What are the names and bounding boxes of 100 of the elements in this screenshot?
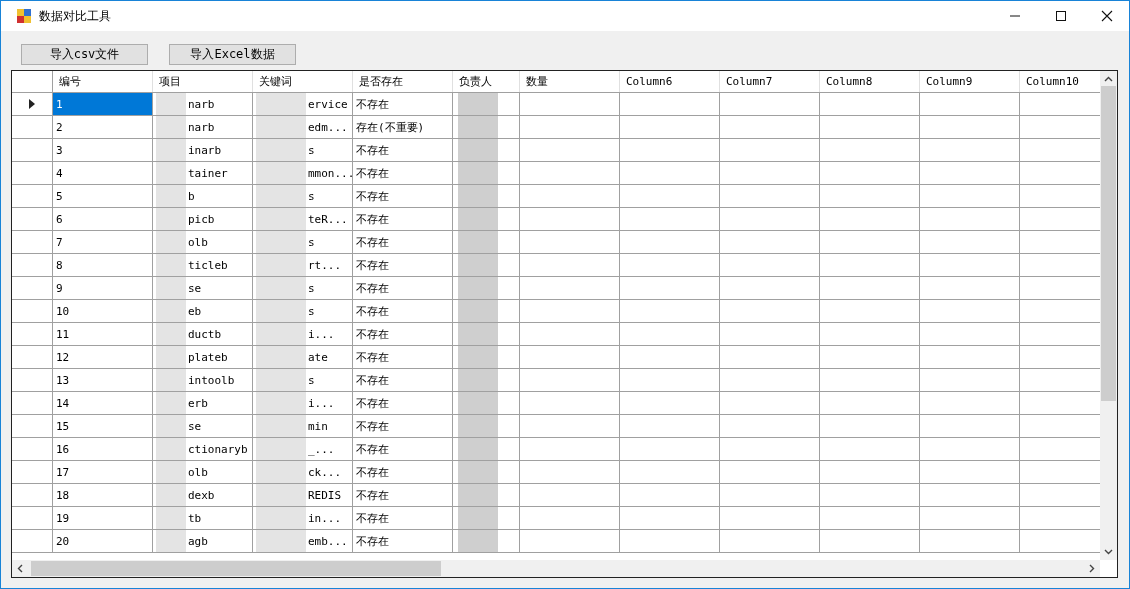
redacted-block	[156, 162, 186, 184]
table-cell: _...	[308, 442, 335, 456]
table-cell: i...	[308, 327, 335, 341]
redacted-block	[256, 323, 306, 345]
scroll-down-icon[interactable]	[1104, 549, 1113, 555]
column-header[interactable]: 数量	[520, 71, 620, 92]
table-cell: 16	[53, 438, 153, 460]
table-cell: s	[308, 143, 315, 157]
table-cell: 不存在	[353, 208, 453, 230]
redacted-block	[156, 530, 186, 552]
import-button[interactable]: 导入csv文件	[21, 44, 148, 65]
window-title: 数据对比工具	[39, 7, 111, 25]
redacted-block	[256, 507, 306, 529]
column-header[interactable]: 负责人	[453, 71, 520, 92]
table-cell: se	[188, 281, 202, 295]
redacted-block	[256, 346, 306, 368]
column-header[interactable]: 是否存在	[353, 71, 453, 92]
scrollbar-thumb[interactable]	[1101, 86, 1116, 401]
redacted-block	[458, 346, 498, 368]
table-cell: 3	[53, 139, 153, 161]
column-header[interactable]: Column8	[820, 71, 920, 92]
table-cell: narb	[188, 120, 215, 134]
redacted-block	[458, 300, 498, 322]
redacted-block	[256, 116, 306, 138]
table-cell: intoolb	[188, 373, 235, 387]
maximize-icon[interactable]	[1055, 10, 1067, 22]
scrollbar-thumb[interactable]	[31, 561, 441, 576]
redacted-block	[156, 369, 186, 391]
redacted-block	[156, 116, 186, 138]
redacted-block	[458, 116, 498, 138]
redacted-block	[458, 93, 498, 115]
redacted-block	[256, 277, 306, 299]
redacted-block	[458, 254, 498, 276]
column-header[interactable]: Column7	[720, 71, 820, 92]
redacted-block	[156, 300, 186, 322]
redacted-block	[256, 162, 306, 184]
table-cell: 2	[53, 116, 153, 138]
redacted-block	[156, 254, 186, 276]
table-cell: dexb	[188, 488, 215, 502]
table-cell: 不存在	[353, 300, 453, 322]
table-cell: 9	[53, 277, 153, 299]
close-icon[interactable]	[1101, 10, 1113, 22]
redacted-block	[458, 139, 498, 161]
redacted-block	[156, 484, 186, 506]
table-cell: 10	[53, 300, 153, 322]
table-cell: 12	[53, 346, 153, 368]
table-cell: 不存在	[353, 369, 453, 391]
table-cell: ductb	[188, 327, 222, 341]
table-cell: 不存在	[353, 254, 453, 276]
table-cell: 不存在	[353, 438, 453, 460]
table-cell: ck...	[308, 465, 342, 479]
app-icon	[17, 9, 31, 23]
redacted-block	[256, 369, 306, 391]
table-cell: 7	[53, 231, 153, 253]
redacted-block	[458, 162, 498, 184]
redacted-block	[458, 415, 498, 437]
redacted-block	[256, 300, 306, 322]
redacted-block	[156, 277, 186, 299]
table-cell: in...	[308, 511, 342, 525]
table-cell: 不存在	[353, 392, 453, 414]
table-cell: agb	[188, 534, 208, 548]
redacted-block	[458, 461, 498, 483]
table-cell: 不存在	[353, 277, 453, 299]
table-cell: plateb	[188, 350, 228, 364]
scroll-up-icon[interactable]	[1104, 76, 1113, 82]
table-cell: 不存在	[353, 461, 453, 483]
redacted-block	[256, 461, 306, 483]
table-cell: REDIS	[308, 488, 342, 502]
table-cell: inarb	[188, 143, 222, 157]
table-cell: 不存在	[353, 93, 453, 115]
redacted-block	[256, 208, 306, 230]
redacted-block	[458, 392, 498, 414]
import-button[interactable]: 导入Excel数据	[169, 44, 296, 65]
table-cell: 6	[53, 208, 153, 230]
table-cell: s	[308, 281, 315, 295]
table-cell: 不存在	[353, 530, 453, 552]
redacted-block	[256, 139, 306, 161]
table-cell: eb	[188, 304, 202, 318]
table-cell: b	[188, 189, 195, 203]
scroll-left-icon[interactable]	[17, 564, 23, 573]
horizontal-scrollbar[interactable]	[12, 560, 1100, 577]
table-cell: 不存在	[353, 231, 453, 253]
redacted-block	[156, 323, 186, 345]
redacted-block	[156, 185, 186, 207]
table-cell: 5	[53, 185, 153, 207]
column-header[interactable]: 关键词	[253, 71, 353, 92]
table-cell: teR...	[308, 212, 348, 226]
table-cell: 14	[53, 392, 153, 414]
column-header[interactable]: Column9	[920, 71, 1020, 92]
column-header[interactable]: Column6	[620, 71, 720, 92]
table-cell: ervice	[308, 97, 348, 111]
column-header[interactable]: 项目	[153, 71, 253, 92]
vertical-scrollbar[interactable]	[1100, 71, 1117, 560]
column-header[interactable]: 编号	[53, 71, 153, 92]
table-cell: 19	[53, 507, 153, 529]
redacted-block	[458, 530, 498, 552]
redacted-block	[458, 369, 498, 391]
scroll-right-icon[interactable]	[1089, 564, 1095, 573]
table-cell: 4	[53, 162, 153, 184]
table-cell: tainer	[188, 166, 228, 180]
